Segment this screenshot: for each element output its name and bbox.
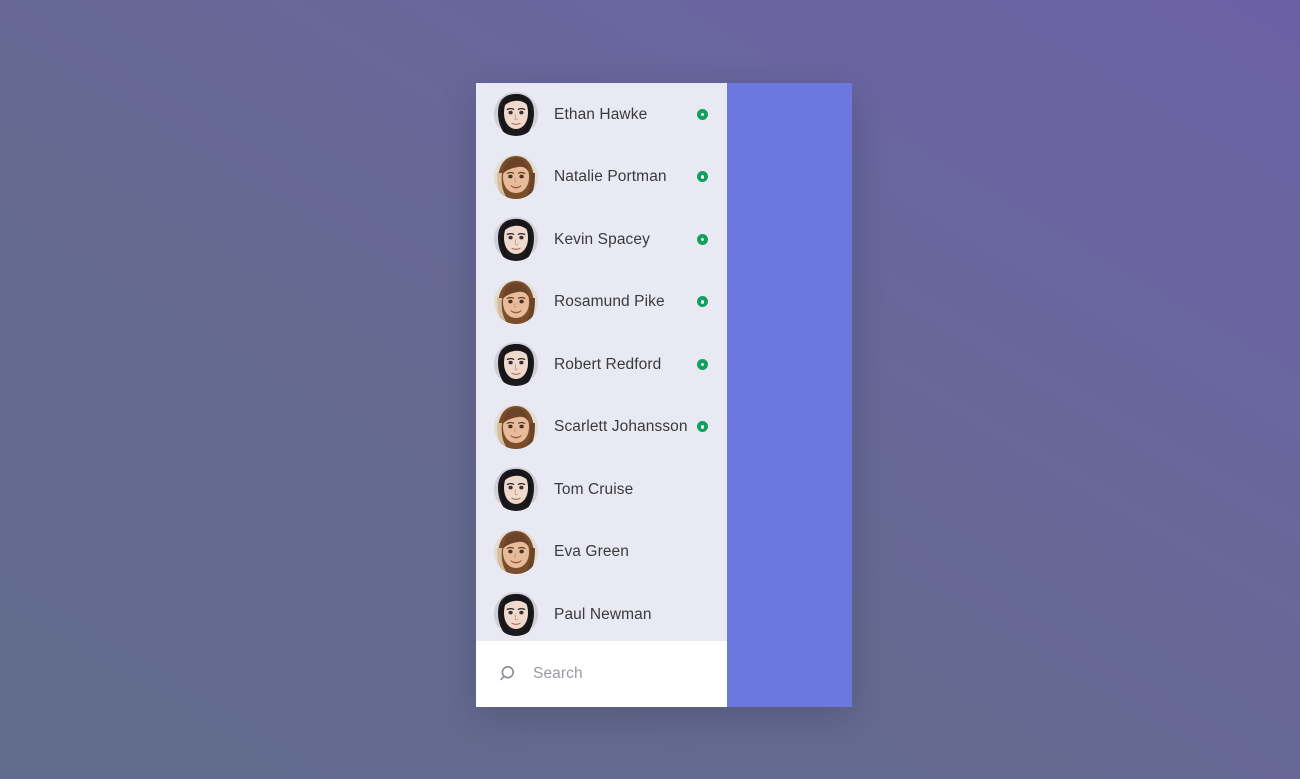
contact-row[interactable]: Kevin Spacey (476, 208, 727, 271)
contact-row[interactable]: Robert Redford (476, 333, 727, 396)
avatar-image (494, 592, 538, 637)
avatar (494, 467, 538, 512)
avatar-image (494, 467, 538, 512)
contact-name: Natalie Portman (554, 168, 667, 185)
search-input[interactable]: Search (533, 666, 583, 682)
contact-row[interactable]: Ethan Hawke (476, 83, 727, 146)
contact-list[interactable]: Ethan Hawke Natalie Portman Kevin Spacey Ro… (476, 83, 727, 641)
avatar (494, 279, 538, 324)
contact-row[interactable]: Rosamund Pike (476, 271, 727, 334)
avatar (494, 404, 538, 449)
contact-name: Tom Cruise (554, 480, 634, 498)
status-indicator-online (697, 421, 708, 433)
avatar-image (494, 154, 538, 199)
contact-list-panel: Ethan Hawke Natalie Portman Kevin Spacey Ro… (476, 83, 727, 707)
contact-name: Rosamund Pike (554, 293, 665, 310)
screen: Ethan Hawke Natalie Portman Kevin Spacey Ro… (0, 0, 1300, 779)
contact-row[interactable]: Tom Cruise (476, 458, 727, 521)
avatar (494, 592, 538, 637)
contact-name: Robert Redford (554, 355, 662, 373)
status-indicator-online (697, 358, 708, 370)
status-indicator-online (697, 108, 708, 120)
contact-name: Eva Green (554, 543, 629, 560)
status-indicator-online (697, 171, 708, 183)
avatar (494, 217, 538, 262)
status-indicator-online (697, 233, 708, 245)
contact-name: Kevin Spacey (554, 230, 650, 248)
contact-row[interactable]: Eva Green (476, 521, 727, 584)
avatar-image (494, 529, 538, 574)
avatar-image (494, 342, 538, 387)
avatar-image (494, 279, 538, 324)
avatar (494, 92, 538, 137)
avatar (494, 154, 538, 199)
contacts-widget: Ethan Hawke Natalie Portman Kevin Spacey Ro… (476, 83, 852, 707)
search-bar[interactable]: Search (476, 641, 727, 707)
contact-name: Ethan Hawke (554, 105, 648, 123)
contact-name: Scarlett Johansson (554, 418, 688, 435)
avatar (494, 529, 538, 574)
avatar-image (494, 404, 538, 449)
contact-row[interactable]: Natalie Portman (476, 146, 727, 209)
avatar-image (494, 217, 538, 262)
contact-row[interactable]: Paul Newman (476, 583, 727, 641)
status-indicator-online (697, 296, 708, 308)
avatar-image (494, 92, 538, 137)
contact-row[interactable]: Scarlett Johansson (476, 396, 727, 459)
search-icon (500, 665, 515, 680)
contact-name: Paul Newman (554, 605, 652, 623)
detail-panel[interactable] (727, 83, 852, 707)
avatar (494, 342, 538, 387)
